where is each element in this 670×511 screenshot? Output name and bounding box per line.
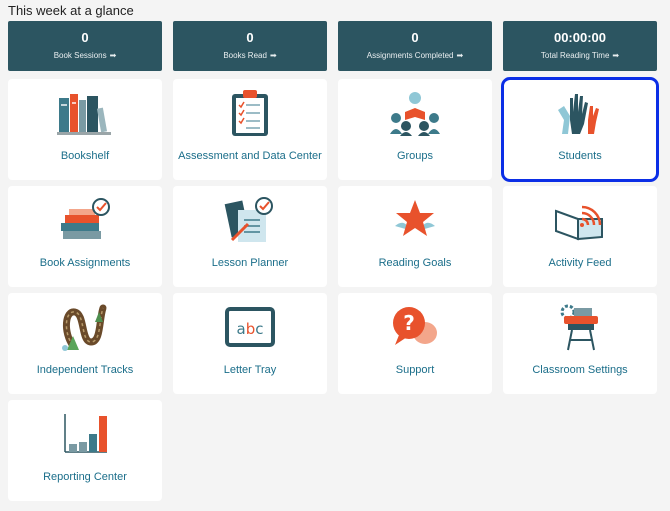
raised-hands-icon [503,87,657,139]
abc-board-icon: abc [173,301,327,353]
tile-letter-tray[interactable]: abc Letter Tray [173,293,327,394]
arrow-right-icon: ➡ [456,51,464,60]
tile-activity-feed[interactable]: Activity Feed [503,186,657,287]
clipboard-checklist-icon [173,87,327,139]
arrow-right-icon: ➡ [109,51,117,60]
stat-total-reading-time[interactable]: 00:00:00 Total Reading Time ➡ [503,21,657,71]
tile-label: Groups [396,150,434,162]
tile-label: Activity Feed [548,257,612,269]
book-stack-check-icon [8,194,162,246]
tile-reporting-center[interactable]: Reporting Center [8,400,162,501]
stat-books-read[interactable]: 0 Books Read ➡ [173,21,327,71]
stat-assignments-completed[interactable]: 0 Assignments Completed ➡ [338,21,492,71]
tile-label: Reading Goals [378,257,452,269]
stat-value: 0 [411,30,419,45]
tile-assessment-data-center[interactable]: Assessment and Data Center [173,79,327,180]
tile-reading-goals[interactable]: Reading Goals [338,186,492,287]
stat-label: Books Read [223,51,267,60]
stat-book-sessions[interactable]: 0 Book Sessions ➡ [8,21,162,71]
group-reading-icon [338,87,492,139]
tile-label: Independent Tracks [36,364,134,376]
stat-label: Total Reading Time [540,51,610,60]
tile-label: Letter Tray [223,364,277,376]
book-feed-icon [503,194,657,246]
tile-bookshelf[interactable]: Bookshelf [8,79,162,180]
tile-students[interactable]: Students [501,77,659,182]
tile-label: Reporting Center [43,471,127,483]
tile-label: Book Assignments [39,257,131,269]
bookshelf-icon [8,87,162,139]
stat-label: Book Sessions [53,51,107,60]
page-title: This week at a glance [8,3,134,18]
tile-independent-tracks[interactable]: Independent Tracks [8,293,162,394]
stat-value: 00:00:00 [553,30,607,45]
tile-support[interactable]: ? Support [338,293,492,394]
tile-label: Bookshelf [60,150,110,162]
bar-chart-icon [8,408,162,460]
question-bubble-icon: ? [338,301,492,353]
tile-classroom-settings[interactable]: Classroom Settings [503,293,657,394]
tile-book-assignments[interactable]: Book Assignments [8,186,162,287]
stat-label: Assignments Completed [366,51,454,60]
desk-gear-icon [503,301,657,353]
tile-label: Assessment and Data Center [178,150,322,162]
tile-label: Support [395,364,435,376]
tile-groups[interactable]: Groups [338,79,492,180]
star-icon [338,194,492,246]
tile-lesson-planner[interactable]: Lesson Planner [173,186,327,287]
arrow-right-icon: ➡ [269,51,277,60]
winding-path-icon [8,301,162,353]
tile-label: Classroom Settings [532,364,628,376]
arrow-right-icon: ➡ [612,51,620,60]
svg-text:abc: abc [237,320,264,338]
tile-label: Students [558,150,602,162]
tile-label: Lesson Planner [211,257,289,269]
svg-text:?: ? [403,311,415,335]
stat-value: 0 [246,30,254,45]
lesson-planner-icon [173,194,327,246]
stat-value: 0 [81,30,89,45]
